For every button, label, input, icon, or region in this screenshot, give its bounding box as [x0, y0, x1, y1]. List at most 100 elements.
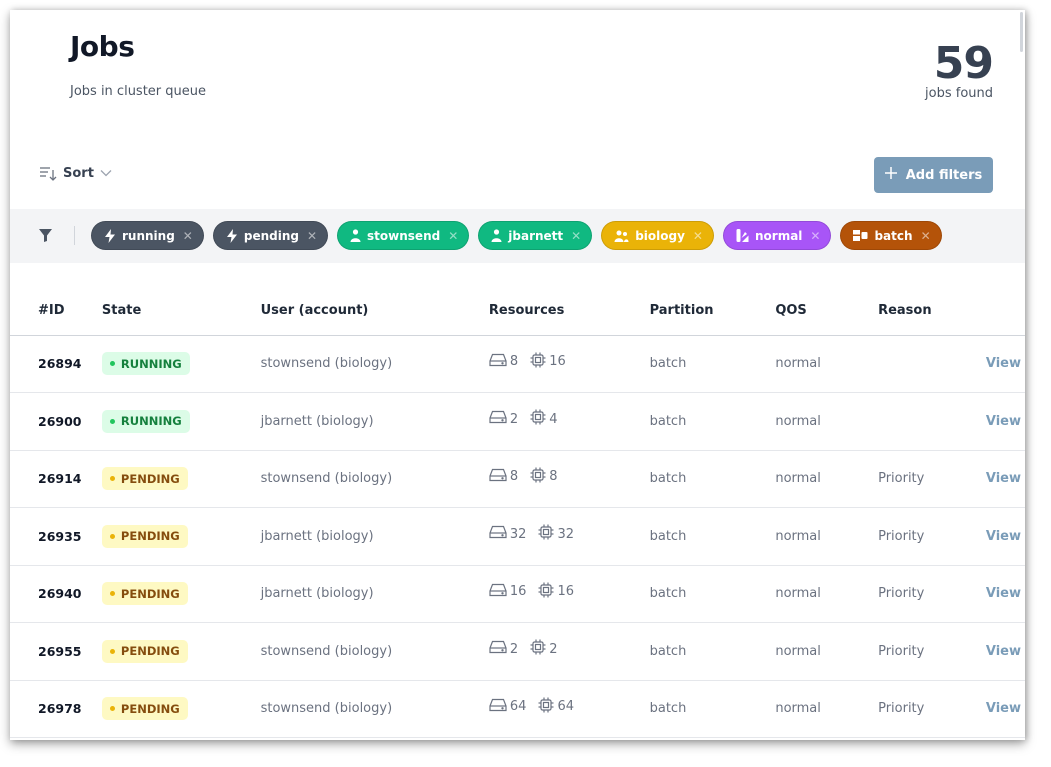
- partition: batch: [649, 392, 776, 451]
- state-cell: PENDING: [101, 450, 261, 508]
- resources-cell: 22: [488, 622, 650, 681]
- column-header-state[interactable]: State: [101, 287, 261, 336]
- chevron-down-icon: [100, 169, 112, 177]
- partition-icon: [853, 230, 868, 241]
- resources-cell: 32 32: [488, 507, 650, 566]
- users-icon: [614, 230, 629, 242]
- user-account: stownsend (biology): [260, 680, 489, 738]
- view-link[interactable]: View: [985, 565, 1025, 623]
- filter-chip-label: batch: [874, 228, 913, 243]
- column-header-qos[interactable]: QOS: [775, 287, 879, 336]
- remove-filter-icon[interactable]: ✕: [307, 229, 317, 243]
- jobs-window: Jobs Jobs in cluster queue 59 jobs found…: [10, 10, 1025, 740]
- filter-chips: running ✕ pending ✕ stownsend ✕ jbarnett ✕ biolo…: [91, 221, 942, 250]
- partition: batch: [649, 335, 776, 393]
- view-link[interactable]: View: [985, 507, 1025, 566]
- table-row[interactable]: 26935 PENDING jbarnett (biology) 32 32 batch n…: [10, 507, 1025, 566]
- column-header-actions: [985, 287, 1025, 336]
- page-title: Jobs: [70, 30, 135, 63]
- partition: batch: [649, 507, 776, 566]
- cpu-count: 64: [557, 699, 574, 715]
- view-link[interactable]: View: [985, 450, 1025, 508]
- qos: normal: [775, 507, 879, 566]
- partition: batch: [649, 680, 776, 738]
- qos: normal: [775, 450, 879, 508]
- status-label: RUNNING: [120, 356, 182, 371]
- table-row[interactable]: 26894 RUNNING stownsend (biology) 8 16 batch n…: [10, 335, 1025, 393]
- filter-chip-running[interactable]: running ✕: [91, 221, 204, 250]
- divider: [74, 226, 75, 245]
- cpu-icon: [530, 409, 546, 429]
- table-row[interactable]: 26900 RUNNING jbarnett (biology) 2 4 batch nor…: [10, 392, 1025, 451]
- status-badge: RUNNING: [101, 352, 190, 376]
- partition: batch: [649, 450, 776, 508]
- remove-filter-icon[interactable]: ✕: [571, 229, 581, 243]
- reason: Priority: [878, 565, 986, 623]
- reason: Priority: [878, 622, 986, 681]
- node-count: 32: [509, 526, 527, 542]
- resources-cell: 88: [488, 450, 650, 508]
- remove-filter-icon[interactable]: ✕: [921, 229, 931, 243]
- user-icon: [491, 229, 502, 242]
- filter-chip-label: pending: [243, 228, 299, 243]
- node-icon: [489, 583, 507, 601]
- remove-filter-icon[interactable]: ✕: [183, 229, 193, 243]
- filter-icon: [38, 228, 53, 247]
- view-link[interactable]: View: [985, 622, 1025, 681]
- reason: Priority: [878, 507, 986, 566]
- table-row[interactable]: 26940 PENDING jbarnett (biology) 16 16 batch n…: [10, 565, 1025, 623]
- filter-chip-normal[interactable]: normal ✕: [722, 221, 832, 250]
- job-id: 26914: [10, 450, 102, 508]
- status-badge: RUNNING: [101, 409, 190, 433]
- cpu-count: 32: [557, 526, 574, 542]
- column-header-id[interactable]: #ID: [10, 287, 102, 336]
- resources-cell: 24: [488, 392, 650, 451]
- filter-chip-jbarnett[interactable]: jbarnett ✕: [478, 221, 593, 250]
- state-cell: PENDING: [101, 565, 261, 623]
- view-link[interactable]: View: [985, 335, 1025, 393]
- remove-filter-icon[interactable]: ✕: [810, 229, 820, 243]
- filter-chip-label: stownsend: [367, 228, 441, 243]
- state-cell: PENDING: [101, 507, 261, 566]
- column-header-resources[interactable]: Resources: [488, 287, 650, 336]
- node-count: 8: [509, 469, 519, 485]
- user-icon: [350, 229, 361, 242]
- node-icon: [489, 525, 507, 543]
- table-row[interactable]: 26955 PENDING stownsend (biology) 2 2 batch no…: [10, 622, 1025, 681]
- state-cell: PENDING: [101, 680, 261, 738]
- plus-icon: [884, 167, 897, 183]
- cpu-icon: [530, 352, 546, 372]
- job-id: 26978: [10, 680, 102, 738]
- column-header-user[interactable]: User (account): [260, 287, 489, 336]
- filter-chip-pending[interactable]: pending ✕: [212, 221, 329, 250]
- reason: [878, 335, 986, 393]
- user-account: stownsend (biology): [260, 335, 489, 393]
- view-link[interactable]: View: [985, 680, 1025, 738]
- active-filters-bar: running ✕ pending ✕ stownsend ✕ jbarnett ✕ biolo…: [10, 209, 1025, 263]
- state-cell: RUNNING: [101, 392, 261, 451]
- node-count: 2: [509, 411, 519, 427]
- column-header-partition[interactable]: Partition: [649, 287, 776, 336]
- cpu-icon: [538, 582, 554, 602]
- reason: Priority: [878, 450, 986, 508]
- remove-filter-icon[interactable]: ✕: [448, 229, 458, 243]
- status-label: PENDING: [120, 529, 180, 544]
- node-icon: [489, 698, 507, 716]
- state-cell: RUNNING: [101, 335, 261, 393]
- column-header-reason[interactable]: Reason: [878, 287, 986, 336]
- table-row[interactable]: 26914 PENDING stownsend (biology) 8 8 batch no…: [10, 450, 1025, 508]
- user-account: stownsend (biology): [260, 450, 489, 508]
- sort-button[interactable]: Sort: [39, 165, 112, 181]
- add-filters-button[interactable]: Add filters: [874, 157, 993, 193]
- filter-chip-batch[interactable]: batch ✕: [840, 221, 942, 250]
- status-label: PENDING: [120, 471, 180, 486]
- status-label: PENDING: [120, 701, 180, 716]
- filter-chip-biology[interactable]: biology ✕: [601, 221, 714, 250]
- view-link[interactable]: View: [985, 392, 1025, 451]
- filter-chip-stownsend[interactable]: stownsend ✕: [337, 221, 470, 250]
- status-badge: PENDING: [101, 697, 188, 721]
- scrollbar[interactable]: [1020, 12, 1023, 52]
- table-row[interactable]: 26978 PENDING stownsend (biology) 64 64 batch…: [10, 680, 1025, 738]
- remove-filter-icon[interactable]: ✕: [693, 229, 703, 243]
- qos: normal: [775, 565, 879, 623]
